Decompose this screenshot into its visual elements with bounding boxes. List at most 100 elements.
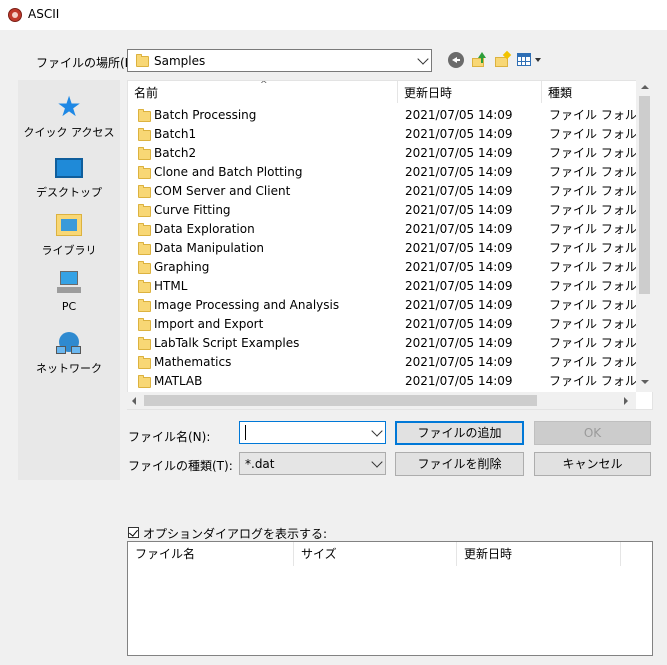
filetype-select[interactable]: *.dat <box>239 452 386 475</box>
file-type: ファイル フォルダー <box>549 260 637 274</box>
window-title: ASCII <box>28 7 60 21</box>
file-type: ファイル フォルダー <box>549 317 637 331</box>
file-row[interactable]: LabTalk Script Examples 2021/07/05 14:09 フ… <box>128 334 638 353</box>
place-pc[interactable]: PC <box>18 270 120 313</box>
file-date: 2021/07/05 14:09 <box>405 336 513 350</box>
place-quick-access[interactable]: ★ クイック アクセス <box>18 90 120 140</box>
folder-icon <box>138 261 151 274</box>
file-row[interactable]: Data Exploration 2021/07/05 14:09 ファイル フォル… <box>128 220 638 239</box>
chevron-down-icon[interactable] <box>371 424 383 437</box>
cancel-button[interactable]: キャンセル <box>534 452 651 476</box>
folder-icon <box>138 223 151 236</box>
file-name: Data Manipulation <box>154 241 265 255</box>
vertical-scroll-thumb[interactable] <box>639 96 650 294</box>
file-date: 2021/07/05 14:09 <box>405 374 513 388</box>
folder-icon <box>138 299 151 312</box>
filetype-value: *.dat <box>245 457 275 471</box>
file-type: ファイル フォルダー <box>549 374 637 388</box>
folder-icon <box>138 337 151 350</box>
location-combo[interactable]: Samples <box>127 49 432 72</box>
column-header-date[interactable]: 更新日時 <box>398 81 542 103</box>
file-type: ファイル フォルダー <box>549 355 637 369</box>
file-row[interactable]: HTML 2021/07/05 14:09 ファイル フォルダー <box>128 277 638 296</box>
file-type: ファイル フォルダー <box>549 127 637 141</box>
view-dropdown-icon[interactable] <box>535 58 541 62</box>
back-icon[interactable] <box>448 52 464 68</box>
folder-icon <box>138 166 151 179</box>
folder-icon <box>138 375 151 388</box>
location-value: Samples <box>154 54 206 68</box>
file-type: ファイル フォルダー <box>549 279 637 293</box>
file-row[interactable]: Curve Fitting 2021/07/05 14:09 ファイル フォルダー <box>128 201 638 220</box>
scroll-up-icon[interactable] <box>641 85 649 89</box>
folder-icon <box>138 128 151 141</box>
file-date: 2021/07/05 14:09 <box>405 317 513 331</box>
ok-button[interactable]: OK <box>534 421 651 445</box>
scroll-left-icon[interactable] <box>132 397 136 405</box>
file-row[interactable]: MATLAB 2021/07/05 14:09 ファイル フォルダー <box>128 372 638 391</box>
column-header-name[interactable]: 名前 <box>128 81 398 103</box>
title-bar: ASCII <box>0 0 667 30</box>
library-icon <box>56 214 82 236</box>
file-name: Clone and Batch Plotting <box>154 165 303 179</box>
file-name: LabTalk Script Examples <box>154 336 300 350</box>
file-name: HTML <box>154 279 188 293</box>
place-desktop[interactable]: デスクトップ <box>18 154 120 200</box>
folder-icon <box>138 318 151 331</box>
place-label: ネットワーク <box>36 362 102 375</box>
file-row[interactable]: Batch2 2021/07/05 14:09 ファイル フォルダー <box>128 144 638 163</box>
options-column-date[interactable]: 更新日時 <box>457 542 621 566</box>
remove-file-button[interactable]: ファイルを削除 <box>395 452 524 476</box>
file-type: ファイル フォルダー <box>549 146 637 160</box>
place-label: デスクトップ <box>36 186 102 199</box>
file-row[interactable]: Mathematics 2021/07/05 14:09 ファイル フォルダー <box>128 353 638 372</box>
file-date: 2021/07/05 14:09 <box>405 165 513 179</box>
file-name: Batch2 <box>154 146 197 160</box>
show-options-checkbox[interactable] <box>128 527 139 538</box>
file-row[interactable]: Import and Export 2021/07/05 14:09 ファイル フォ… <box>128 315 638 334</box>
vertical-scrollbar[interactable] <box>636 80 653 392</box>
file-list[interactable]: ^ 名前 更新日時 種類 Batch Processing 2021/07/05 … <box>127 80 653 410</box>
file-row[interactable]: Batch Processing 2021/07/05 14:09 ファイル フォル… <box>128 106 638 125</box>
filename-input[interactable] <box>239 421 386 444</box>
folder-icon <box>138 185 151 198</box>
up-folder-icon[interactable] <box>471 52 487 68</box>
horizontal-scrollbar[interactable] <box>127 392 636 409</box>
file-row[interactable]: Graphing 2021/07/05 14:09 ファイル フォルダー <box>128 258 638 277</box>
options-column-size[interactable]: サイズ <box>294 542 457 566</box>
file-date: 2021/07/05 14:09 <box>405 279 513 293</box>
star-icon: ★ <box>56 90 82 123</box>
scroll-right-icon[interactable] <box>624 397 628 405</box>
folder-icon <box>138 242 151 255</box>
filename-label: ファイル名(N): <box>128 430 211 444</box>
file-name: Data Exploration <box>154 222 255 236</box>
chevron-down-icon <box>371 455 383 468</box>
file-row[interactable]: COM Server and Client 2021/07/05 14:09 ファイ… <box>128 182 638 201</box>
file-row[interactable]: Clone and Batch Plotting 2021/07/05 14:09… <box>128 163 638 182</box>
file-type: ファイル フォルダー <box>549 165 637 179</box>
horizontal-scroll-thumb[interactable] <box>144 395 537 406</box>
folder-icon <box>138 356 151 369</box>
options-file-table[interactable]: ファイル名 サイズ 更新日時 <box>127 541 653 656</box>
file-row[interactable]: Data Manipulation 2021/07/05 14:09 ファイル フォ… <box>128 239 638 258</box>
file-row[interactable]: Image Processing and Analysis 2021/07/05 … <box>128 296 638 315</box>
view-menu-icon[interactable] <box>517 53 531 66</box>
options-column-filename[interactable]: ファイル名 <box>128 542 294 566</box>
file-date: 2021/07/05 14:09 <box>405 222 513 236</box>
file-type: ファイル フォルダー <box>549 222 637 236</box>
folder-icon <box>138 109 151 122</box>
add-file-button[interactable]: ファイルの追加 <box>395 421 524 445</box>
place-label: ライブラリ <box>41 244 97 257</box>
file-name: COM Server and Client <box>154 184 291 198</box>
file-row[interactable]: Batch1 2021/07/05 14:09 ファイル フォルダー <box>128 125 638 144</box>
place-network[interactable]: ネットワーク <box>18 330 120 376</box>
new-folder-icon[interactable] <box>494 50 512 68</box>
scroll-down-icon[interactable] <box>641 380 649 384</box>
file-name: Batch Processing <box>154 108 257 122</box>
places-bar: ★ クイック アクセス デスクトップ ライブラリ PC ネットワーク <box>18 80 120 480</box>
desktop-icon <box>55 158 83 178</box>
place-libraries[interactable]: ライブラリ <box>18 212 120 258</box>
file-date: 2021/07/05 14:09 <box>405 127 513 141</box>
place-label: クイック アクセス <box>23 126 115 139</box>
file-name: Mathematics <box>154 355 232 369</box>
